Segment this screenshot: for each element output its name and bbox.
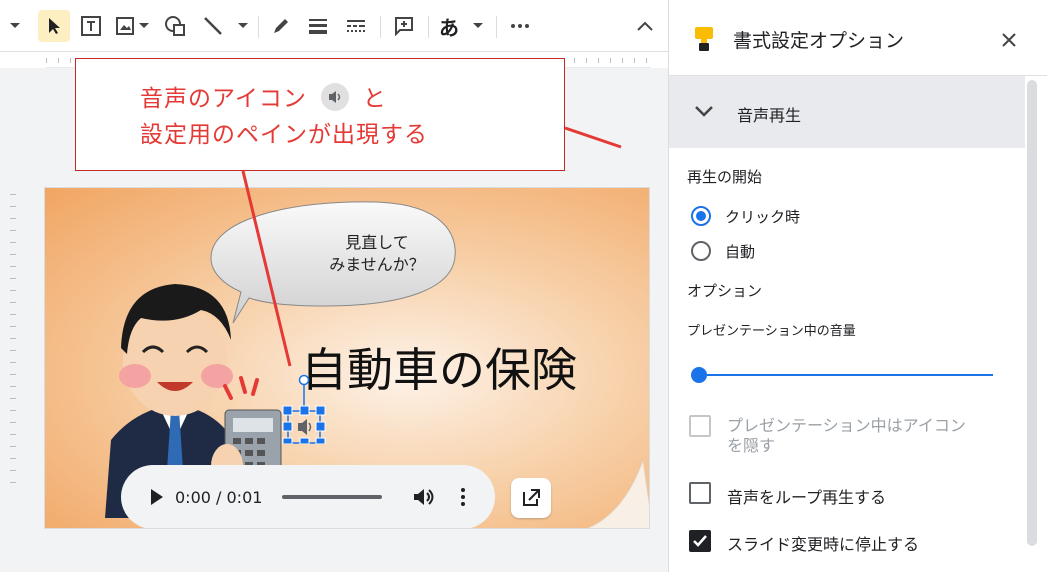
more-button[interactable] <box>504 10 536 42</box>
loop-label[interactable]: 音声をループ再生する <box>727 484 886 508</box>
volume-icon[interactable] <box>412 487 434 507</box>
audio-playback-section-header[interactable]: 音声再生 <box>669 76 1025 148</box>
image-icon <box>116 17 134 35</box>
bubble-line-1: 見直して <box>345 233 409 252</box>
stop-on-slide-change-label[interactable]: スライド変更時に停止する <box>727 531 919 555</box>
text-box-icon <box>81 16 101 36</box>
audio-progress-bar[interactable] <box>282 495 383 499</box>
annotation-callout: 音声のアイコン と 設定用のペインが出現する <box>75 58 565 171</box>
slide[interactable]: 見直して みませんか？ 自動車の保険 0:00 / 0:01 <box>44 187 650 529</box>
more-icon <box>511 24 529 28</box>
radio-on-click-label[interactable]: クリック時 <box>725 206 800 227</box>
annotation-line-1: 音声のアイコン と <box>140 79 387 114</box>
page-curl-decoration <box>586 460 649 528</box>
line-button[interactable] <box>196 10 254 42</box>
radio-on-click[interactable] <box>691 206 711 226</box>
radio-auto-label[interactable]: 自動 <box>725 241 755 262</box>
open-external-button[interactable] <box>511 478 551 518</box>
speaker-icon <box>320 82 349 111</box>
hide-icon-label: プレゼンテーション中はアイコン を隠す <box>727 416 966 456</box>
select-tool-button[interactable] <box>38 10 70 42</box>
toolbar-divider <box>496 16 497 38</box>
options-label: オプション <box>687 282 763 300</box>
chevron-down-icon <box>473 23 483 28</box>
volume-label: プレゼンテーション中の音量 <box>687 324 856 339</box>
chevron-down-icon <box>10 23 20 28</box>
select-arrow-icon <box>49 18 60 34</box>
annotation-line-2: 設定用のペインが出現する <box>140 122 428 148</box>
annotation-line-1-suffix: と <box>362 86 387 112</box>
close-icon[interactable] <box>1001 32 1017 48</box>
slide-title[interactable]: 自動車の保険 <box>301 334 577 400</box>
playback-start-label: 再生の開始 <box>687 168 763 186</box>
hide-icon-label-line2: を隠す <box>727 436 776 455</box>
radio-auto[interactable] <box>691 241 711 261</box>
shape-icon <box>165 16 185 36</box>
border-color-button[interactable] <box>266 10 296 42</box>
chevron-up-icon <box>637 21 653 31</box>
checkmark-icon <box>693 535 707 547</box>
chevron-down-icon <box>238 23 248 28</box>
speaker-icon <box>298 419 307 435</box>
section-title: 音声再生 <box>737 106 802 125</box>
chevron-down-icon <box>695 106 713 117</box>
text-box-button[interactable] <box>76 10 106 42</box>
annotation-line-1-prefix: 音声のアイコン <box>140 86 307 112</box>
border-weight-button[interactable] <box>302 10 334 42</box>
bubble-line-2: みませんか？ <box>329 255 425 274</box>
toolbar-divider <box>258 16 259 38</box>
volume-slider-track[interactable] <box>699 374 993 376</box>
shape-button[interactable] <box>160 10 190 42</box>
audio-icon-selection[interactable] <box>281 374 331 444</box>
line-dash-icon <box>347 20 365 32</box>
vertical-ruler <box>6 194 20 494</box>
add-comment-button[interactable] <box>388 10 420 42</box>
collapse-toolbar-button[interactable] <box>630 10 660 42</box>
panel-scrollbar[interactable] <box>1027 80 1037 546</box>
open-external-icon <box>523 489 540 506</box>
pen-icon <box>274 19 288 33</box>
hide-icon-label-line1: プレゼンテーション中はアイコン <box>727 416 966 435</box>
toolbar-overflow-dropdown[interactable] <box>4 10 26 42</box>
toolbar: あ <box>0 0 668 52</box>
format-options-panel: 書式設定オプション 音声再生 再生の開始 クリック時 自動 オプション プレゼン… <box>668 0 1047 572</box>
comment-icon <box>395 17 413 36</box>
line-icon <box>204 17 222 35</box>
loop-checkbox[interactable] <box>689 482 711 504</box>
paint-format-icon <box>695 27 713 51</box>
line-weight-icon <box>309 19 327 34</box>
more-vert-icon[interactable] <box>460 487 466 507</box>
input-tools-button[interactable]: あ <box>434 10 488 42</box>
text-input-icon: あ <box>439 15 459 40</box>
panel-title: 書式設定オプション <box>733 30 905 52</box>
speech-bubble-text: 見直して みませんか？ <box>267 232 487 276</box>
stop-on-slide-change-checkbox[interactable] <box>689 530 711 552</box>
audio-player[interactable]: 0:00 / 0:01 <box>121 465 495 528</box>
chevron-down-icon <box>139 23 149 28</box>
hide-icon-checkbox[interactable] <box>689 415 711 437</box>
audio-time: 0:00 / 0:01 <box>175 487 263 507</box>
toolbar-divider <box>380 16 381 38</box>
panel-header: 書式設定オプション <box>669 0 1047 76</box>
volume-slider-thumb[interactable] <box>691 367 707 383</box>
play-icon[interactable] <box>149 488 165 506</box>
toolbar-divider <box>428 16 429 38</box>
border-dash-button[interactable] <box>340 10 372 42</box>
insert-image-button[interactable] <box>112 10 152 42</box>
